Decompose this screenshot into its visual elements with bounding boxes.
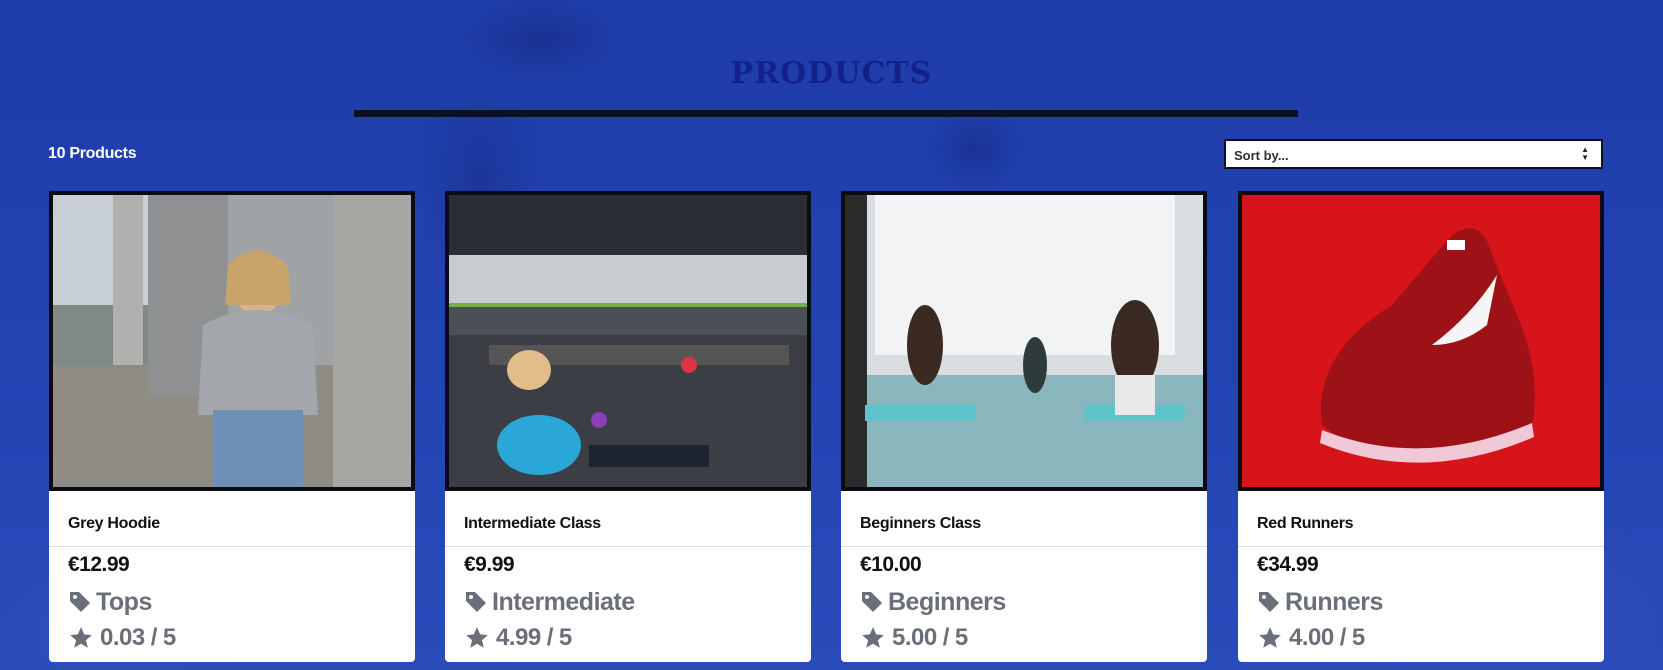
product-name[interactable]: Beginners Class <box>860 515 981 533</box>
product-card[interactable]: Grey Hoodie €12.99 Tops 0.03 / 5 <box>49 191 415 662</box>
product-card-body: Intermediate Class €9.99 Intermediate 4.… <box>445 491 811 662</box>
rating-value: 4.99 <box>496 624 541 651</box>
rating-separator: / <box>150 624 158 651</box>
product-image[interactable] <box>1238 191 1604 491</box>
title-underline <box>354 110 1298 117</box>
tag-icon <box>1259 592 1279 612</box>
sort-select[interactable]: Sort by... ▲ ▼ <box>1224 139 1603 169</box>
product-price: €12.99 <box>68 553 130 576</box>
product-category[interactable]: Tops <box>68 587 152 617</box>
sort-select-value: Sort by... <box>1234 148 1289 163</box>
card-divider <box>1238 546 1604 547</box>
page-title: PRODUCTS <box>730 56 933 91</box>
product-card[interactable]: Beginners Class €10.00 Beginners 5.00 / … <box>841 191 1207 662</box>
card-divider <box>445 546 811 547</box>
card-divider <box>49 546 415 547</box>
product-rating: 4.99 / 5 <box>464 623 572 653</box>
product-rating: 4.00 / 5 <box>1257 623 1365 653</box>
rating-max: 5 <box>954 624 968 651</box>
product-rating: 0.03 / 5 <box>68 623 176 653</box>
product-image[interactable] <box>445 191 811 491</box>
rating-max: 5 <box>558 624 572 651</box>
product-price: €9.99 <box>464 553 515 576</box>
star-icon <box>466 627 488 648</box>
tag-icon <box>70 592 90 612</box>
yoga-class-photo <box>845 195 1203 487</box>
rating-max: 5 <box>162 624 176 651</box>
product-card-body: Red Runners €34.99 Runners 4.00 / 5 <box>1238 491 1604 662</box>
product-count: 10 Products <box>48 145 137 162</box>
product-card[interactable]: Red Runners €34.99 Runners 4.00 / 5 <box>1238 191 1604 662</box>
product-card[interactable]: Intermediate Class €9.99 Intermediate 4.… <box>445 191 811 662</box>
star-icon <box>1259 627 1281 648</box>
product-category-label: Intermediate <box>492 587 635 616</box>
product-category[interactable]: Runners <box>1257 587 1383 617</box>
rating-separator: / <box>1339 624 1347 651</box>
star-icon <box>862 627 884 648</box>
rating-separator: / <box>546 624 554 651</box>
product-image[interactable] <box>841 191 1207 491</box>
product-category-label: Tops <box>96 587 152 616</box>
product-price: €10.00 <box>860 553 922 576</box>
product-card-body: Grey Hoodie €12.99 Tops 0.03 / 5 <box>49 491 415 662</box>
gym-class-photo <box>449 195 807 487</box>
product-name[interactable]: Red Runners <box>1257 515 1354 533</box>
red-running-shoe-photo <box>1242 195 1600 487</box>
product-name[interactable]: Grey Hoodie <box>68 515 160 533</box>
product-card-body: Beginners Class €10.00 Beginners 5.00 / … <box>841 491 1207 662</box>
product-rating: 5.00 / 5 <box>860 623 968 653</box>
product-category-label: Beginners <box>888 587 1006 616</box>
card-divider <box>841 546 1207 547</box>
tag-icon <box>466 592 486 612</box>
rating-value: 4.00 <box>1289 624 1334 651</box>
rating-max: 5 <box>1351 624 1365 651</box>
woman-in-grey-hoodie-photo <box>53 195 411 487</box>
product-name[interactable]: Intermediate Class <box>464 515 601 533</box>
sort-arrows-icon: ▲ ▼ <box>1581 145 1589 162</box>
star-icon <box>70 627 92 648</box>
product-category[interactable]: Intermediate <box>464 587 635 617</box>
tag-icon <box>862 592 882 612</box>
product-image[interactable] <box>49 191 415 491</box>
rating-separator: / <box>942 624 950 651</box>
product-category-label: Runners <box>1285 587 1383 616</box>
product-category[interactable]: Beginners <box>860 587 1006 617</box>
rating-value: 5.00 <box>892 624 937 651</box>
rating-value: 0.03 <box>100 624 145 651</box>
product-price: €34.99 <box>1257 553 1319 576</box>
